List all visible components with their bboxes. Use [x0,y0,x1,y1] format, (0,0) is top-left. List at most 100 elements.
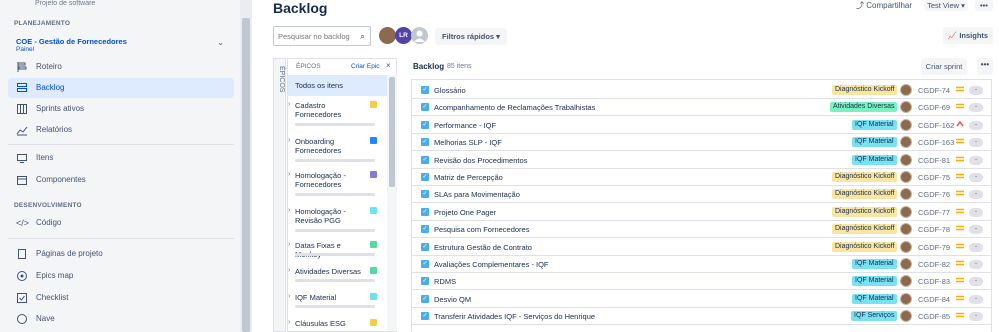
epic-lozenge[interactable]: IQF Material [852,119,897,130]
epic-lozenge[interactable]: Diagnóstico Kickoff [832,172,898,182]
epic-lozenge[interactable]: IQF Serviços [851,311,898,322]
estimate-badge[interactable]: - [969,207,983,217]
sidebar-item-roteiro[interactable]: Roteiro [8,57,234,77]
epic-lozenge[interactable]: Atividades Diversas [830,102,898,113]
backlog-row[interactable]: ✓ Matriz de Percepção Diagnóstico Kickoff C… [412,169,991,186]
sidebar-item-componentes[interactable]: Componentes [8,170,234,190]
backlog-row[interactable]: ✓ Glossário Diagnóstico Kickoff CGDF-74 - [412,82,991,99]
chevron-right-icon[interactable]: › [288,293,290,300]
create-epic-link[interactable]: Criar Epic [351,63,380,70]
chevron-right-icon[interactable]: › [288,319,290,326]
quick-filters-button[interactable]: Filtros rápidos ▾ [435,28,507,45]
issue-key[interactable]: CGDF-69 [918,103,950,112]
more-actions-button[interactable]: ••• [975,0,993,11]
backlog-row[interactable]: ✓ Melhorias SLP - IQF IQF Material CGDF-163… [412,134,991,152]
issue-summary[interactable]: Matriz de Percepção [434,173,503,182]
chevron-right-icon[interactable]: › [288,267,290,274]
chevron-right-icon[interactable]: › [288,137,290,144]
issue-summary[interactable]: Desvio QM [434,295,471,304]
assignee-avatar[interactable] [900,118,912,131]
issue-key[interactable]: CGDF-82 [918,260,950,269]
estimate-badge[interactable]: - [969,277,983,287]
backlog-row[interactable]: ✓ Projeto One Pager Diagnóstico Kickoff CGD… [412,203,991,221]
issue-key[interactable]: CGDF-75 [918,173,950,182]
issue-key[interactable]: CGDF-78 [918,225,950,234]
issue-summary[interactable]: Acompanhamento de Reclamações Trabalhist… [434,103,595,112]
backlog-row[interactable]: ✓ Estrutura Gestão de Contrato Diagnóstico… [412,238,991,256]
estimate-badge[interactable]: - [969,312,983,322]
estimate-badge[interactable]: - [969,86,983,95]
sidebar-item-epics-map[interactable]: Epics map [8,266,234,286]
assignee-avatar[interactable] [900,223,912,236]
epic-lozenge[interactable]: Diagnóstico Kickoff [832,189,898,200]
sidebar-item-relatorios[interactable]: Relatórios [8,120,234,140]
assignee-avatar[interactable] [900,188,912,201]
unassigned-avatar[interactable] [411,27,428,44]
epic-lozenge[interactable]: IQF Material [852,293,897,304]
create-sprint-button[interactable]: Criar sprint [921,58,967,75]
estimate-badge[interactable]: - [969,138,983,148]
assignee-avatar[interactable] [900,240,912,253]
avatar-lr[interactable]: LR [395,27,412,44]
issue-key[interactable]: CGDF-85 [918,312,950,321]
epic-lozenge[interactable]: IQF Material [852,137,897,148]
backlog-row[interactable]: ✓ Acompanhamento de Reclamações Trabalhis… [412,99,991,117]
insights-button[interactable]: 📈 Insights [943,27,993,44]
estimate-badge[interactable]: - [969,294,983,304]
estimate-badge[interactable]: - [969,190,983,200]
epic-lozenge[interactable]: IQF Material [852,154,897,165]
issue-summary[interactable]: Transferir Atividades IQF - Serviços do … [434,312,595,321]
sidebar-item-sprints[interactable]: Sprints ativos [8,99,234,119]
assignee-avatar[interactable] [900,84,912,96]
backlog-row[interactable]: ✓ Pesquisa com Fornecedores Diagnóstico Ki… [412,221,991,239]
backlog-row[interactable]: ✓ SLAs para Movimentação Diagnóstico Kicko… [412,186,991,204]
board-selector[interactable]: COE - Gestão de Fornecedores Painel ⌄ [8,33,234,55]
assignee-avatar[interactable] [900,153,912,166]
estimate-badge[interactable]: - [969,103,983,113]
assignee-avatar[interactable] [900,275,912,288]
sidebar-item-checklist[interactable]: Checklist [8,288,234,308]
backlog-row[interactable]: ✓ Transferir Atividades IQF - Serviços do… [412,308,991,326]
assignee-avatar[interactable] [900,205,912,218]
epic-lozenge[interactable]: Diagnóstico Kickoff [832,85,898,95]
issue-summary[interactable]: Projeto One Pager [434,208,496,217]
assignee-avatar[interactable] [900,101,912,114]
issue-key[interactable]: CGDF-76 [918,190,950,199]
backlog-more-button[interactable]: ••• [977,58,993,75]
estimate-badge[interactable]: - [969,260,983,269]
issue-summary[interactable]: RDMS [434,277,456,286]
issue-key[interactable]: CGDF-83 [918,277,950,286]
search-input[interactable] [278,27,358,45]
all-items-filter[interactable]: Todos os itens [288,75,387,96]
sidebar-item-codigo[interactable]: </> Código [8,213,234,233]
issue-key[interactable]: CGDF-81 [918,156,950,165]
issue-summary[interactable]: SLAs para Movimentação [434,190,520,199]
sidebar-item-backlog[interactable]: Backlog [8,78,234,98]
assignee-avatar[interactable] [900,310,912,323]
chevron-right-icon[interactable]: › [288,171,290,178]
issue-key[interactable]: CGDF-163 [918,138,954,147]
chevron-right-icon[interactable]: › [288,101,290,108]
issue-key[interactable]: CGDF-162 [918,121,954,130]
sidebar-scrollbar-thumb[interactable] [242,18,250,332]
issue-summary[interactable]: Glossário [434,86,466,95]
search-field[interactable]: ⌕ [273,26,371,46]
issue-summary[interactable]: Revisão dos Procedimentos [434,156,527,165]
issue-key[interactable]: CGDF-74 [918,86,950,95]
issue-summary[interactable]: Estrutura Gestão de Contrato [434,243,532,252]
share-button[interactable]: ⤴ Compartilhar [856,0,912,11]
epic-lozenge[interactable]: Diagnóstico Kickoff [832,241,898,252]
backlog-row[interactable]: ✓ Avaliações Complementares - IQF IQF Mate… [412,256,991,273]
assignee-avatar[interactable] [900,171,912,183]
issue-summary[interactable]: Avaliações Complementares - IQF [434,260,549,269]
epics-vertical-tab[interactable] [273,58,286,332]
assignee-avatar[interactable] [900,292,912,305]
chevron-right-icon[interactable]: › [288,207,290,214]
epic-lozenge[interactable]: IQF Material [852,259,897,269]
avatar[interactable] [379,27,396,44]
close-icon[interactable]: × [386,61,391,70]
assignee-avatar[interactable] [900,136,912,149]
estimate-badge[interactable]: - [969,120,983,130]
issue-key[interactable]: CGDF-77 [918,208,950,217]
estimate-badge[interactable]: - [969,173,983,182]
